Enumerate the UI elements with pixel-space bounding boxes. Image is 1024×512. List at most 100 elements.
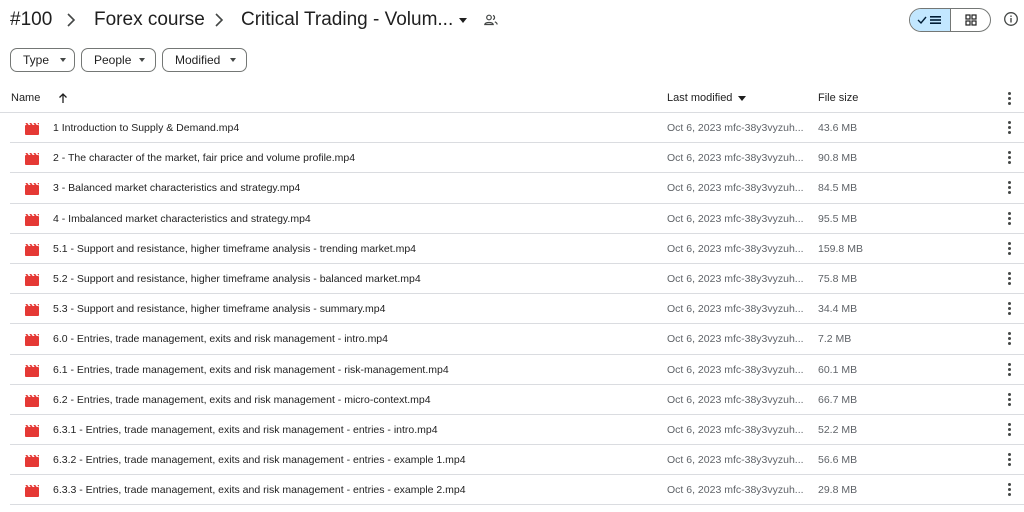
filter-people-label: People	[94, 53, 132, 67]
table-row[interactable]: 6.2 - Entries, trade management, exits a…	[10, 385, 1024, 415]
file-name[interactable]: 5.3 - Support and resistance, higher tim…	[53, 303, 385, 315]
file-size: 90.8 MB	[818, 152, 858, 165]
video-file-icon	[25, 182, 40, 196]
file-last-modified: Oct 6, 2023 mfc-38y3vyzuh...	[667, 212, 804, 225]
file-name[interactable]: 6.3.2 - Entries, trade management, exits…	[53, 454, 466, 466]
file-name[interactable]: 6.0 - Entries, trade management, exits a…	[53, 333, 388, 345]
file-name[interactable]: 6.3.1 - Entries, trade management, exits…	[53, 424, 438, 436]
view-toggle	[909, 8, 991, 32]
column-header-last-modified[interactable]: Last modified	[667, 92, 732, 104]
caret-down-icon[interactable]	[455, 12, 471, 28]
more-vert-icon[interactable]	[1007, 211, 1011, 226]
caret-down-icon	[230, 58, 236, 62]
video-file-icon	[25, 424, 40, 437]
file-name[interactable]: 4 - Imbalanced market characteristics an…	[53, 213, 311, 225]
file-name[interactable]: 5.1 - Support and resistance, higher tim…	[53, 243, 416, 255]
video-file-icon	[25, 333, 40, 347]
file-last-modified: Oct 6, 2023 mfc-38y3vyzuh...	[667, 423, 804, 436]
table-row[interactable]: 5.2 - Support and resistance, higher tim…	[10, 264, 1024, 295]
column-header-name[interactable]: Name	[11, 92, 40, 104]
more-vert-icon[interactable]	[1007, 483, 1011, 497]
people-icon[interactable]	[483, 12, 499, 28]
table-row[interactable]: 6.3.1 - Entries, trade management, exits…	[10, 415, 1024, 446]
grid-view-icon	[965, 14, 977, 26]
table-row[interactable]: 5.3 - Support and resistance, higher tim…	[10, 294, 1024, 325]
more-vert-icon[interactable]	[1007, 151, 1011, 165]
file-name[interactable]: 5.2 - Support and resistance, higher tim…	[53, 273, 421, 285]
more-vert-icon[interactable]	[1007, 392, 1011, 407]
more-vert-icon[interactable]	[1007, 332, 1011, 346]
table-row[interactable]: 1 Introduction to Supply & Demand.mp4 Oct…	[10, 113, 1024, 144]
file-name[interactable]: 6.3.3 - Entries, trade management, exits…	[53, 484, 466, 496]
more-vert-icon[interactable]	[1007, 422, 1011, 437]
file-name[interactable]: 1 Introduction to Supply & Demand.mp4	[53, 122, 239, 134]
breadcrumb: #100 Forex course Critical Trading - Vol…	[0, 0, 1024, 40]
breadcrumb-item-root[interactable]: #100	[10, 9, 52, 31]
file-size: 66.7 MB	[818, 393, 858, 406]
file-size: 84.5 MB	[818, 182, 858, 195]
grid-view-button[interactable]	[951, 9, 990, 31]
more-vert-icon[interactable]	[1007, 121, 1011, 135]
file-last-modified: Oct 6, 2023 mfc-38y3vyzuh...	[667, 454, 804, 467]
video-file-icon	[25, 273, 40, 286]
info-icon[interactable]	[1003, 11, 1019, 27]
table-row[interactable]: 6.3.3 - Entries, trade management, exits…	[10, 475, 1024, 506]
file-last-modified: Oct 6, 2023 mfc-38y3vyzuh...	[667, 303, 804, 316]
table-row[interactable]: 6.3.2 - Entries, trade management, exits…	[10, 445, 1024, 476]
file-name[interactable]: 3 - Balanced market characteristics and …	[53, 182, 300, 194]
video-file-icon	[25, 212, 40, 226]
more-vert-icon[interactable]	[1007, 271, 1011, 286]
more-vert-icon[interactable]	[1007, 241, 1011, 256]
file-name[interactable]: 6.2 - Entries, trade management, exits a…	[53, 394, 431, 406]
video-file-icon	[25, 152, 40, 166]
more-vert-icon[interactable]	[1007, 181, 1011, 195]
file-last-modified: Oct 6, 2023 mfc-38y3vyzuh...	[667, 122, 804, 134]
file-last-modified: Oct 6, 2023 mfc-38y3vyzuh...	[667, 333, 804, 346]
more-vert-icon[interactable]	[1007, 362, 1011, 377]
list-view-button[interactable]	[910, 9, 951, 31]
filter-type-chip[interactable]: Type	[10, 48, 75, 72]
file-name[interactable]: 6.1 - Entries, trade management, exits a…	[53, 364, 449, 376]
table-row[interactable]: 6.0 - Entries, trade management, exits a…	[10, 324, 1024, 355]
file-name[interactable]: 2 - The character of the market, fair pr…	[53, 152, 355, 164]
table-row[interactable]: 5.1 - Support and resistance, higher tim…	[10, 234, 1024, 264]
video-file-icon	[25, 394, 40, 407]
list-view-icon	[917, 16, 941, 25]
table-row[interactable]: 3 - Balanced market characteristics and …	[10, 173, 1024, 204]
video-file-icon	[25, 454, 40, 468]
table-row[interactable]: 2 - The character of the market, fair pr…	[10, 143, 1024, 174]
video-file-icon	[25, 484, 40, 498]
more-vert-icon[interactable]	[1007, 302, 1011, 316]
arrow-up-icon[interactable]	[57, 91, 69, 105]
caret-down-icon[interactable]	[738, 96, 746, 101]
breadcrumb-item-current[interactable]: Critical Trading - Volum...	[241, 9, 453, 31]
more-vert-icon[interactable]	[1007, 453, 1011, 467]
breadcrumb-item-parent[interactable]: Forex course	[94, 9, 205, 31]
file-size: 29.8 MB	[818, 484, 858, 497]
filter-modified-label: Modified	[175, 53, 221, 67]
file-last-modified: Oct 6, 2023 mfc-38y3vyzuh...	[667, 182, 804, 195]
video-file-icon	[25, 303, 40, 317]
file-size: 52.2 MB	[818, 423, 858, 436]
filter-people-chip[interactable]: People	[81, 48, 156, 72]
chevron-right-icon	[66, 11, 76, 29]
file-size: 75.8 MB	[818, 272, 858, 285]
file-last-modified: Oct 6, 2023 mfc-38y3vyzuh...	[667, 242, 804, 255]
table-row[interactable]: 4 - Imbalanced market characteristics an…	[10, 204, 1024, 234]
file-last-modified: Oct 6, 2023 mfc-38y3vyzuh...	[667, 152, 804, 165]
caret-down-icon	[139, 58, 145, 62]
file-last-modified: Oct 6, 2023 mfc-38y3vyzuh...	[667, 272, 804, 285]
filter-modified-chip[interactable]: Modified	[162, 48, 247, 72]
more-vert-icon[interactable]	[1007, 92, 1011, 106]
video-file-icon	[25, 122, 40, 135]
column-header-file-size[interactable]: File size	[818, 92, 858, 104]
file-size: 60.1 MB	[818, 363, 858, 376]
caret-down-icon	[60, 58, 66, 62]
file-last-modified: Oct 6, 2023 mfc-38y3vyzuh...	[667, 393, 804, 406]
file-size: 43.6 MB	[818, 122, 858, 134]
filter-type-label: Type	[23, 53, 50, 67]
file-last-modified: Oct 6, 2023 mfc-38y3vyzuh...	[667, 363, 804, 376]
file-last-modified: Oct 6, 2023 mfc-38y3vyzuh...	[667, 484, 804, 497]
table-header: Name Last modified File size	[0, 86, 1024, 113]
table-row[interactable]: 6.1 - Entries, trade management, exits a…	[10, 355, 1024, 385]
